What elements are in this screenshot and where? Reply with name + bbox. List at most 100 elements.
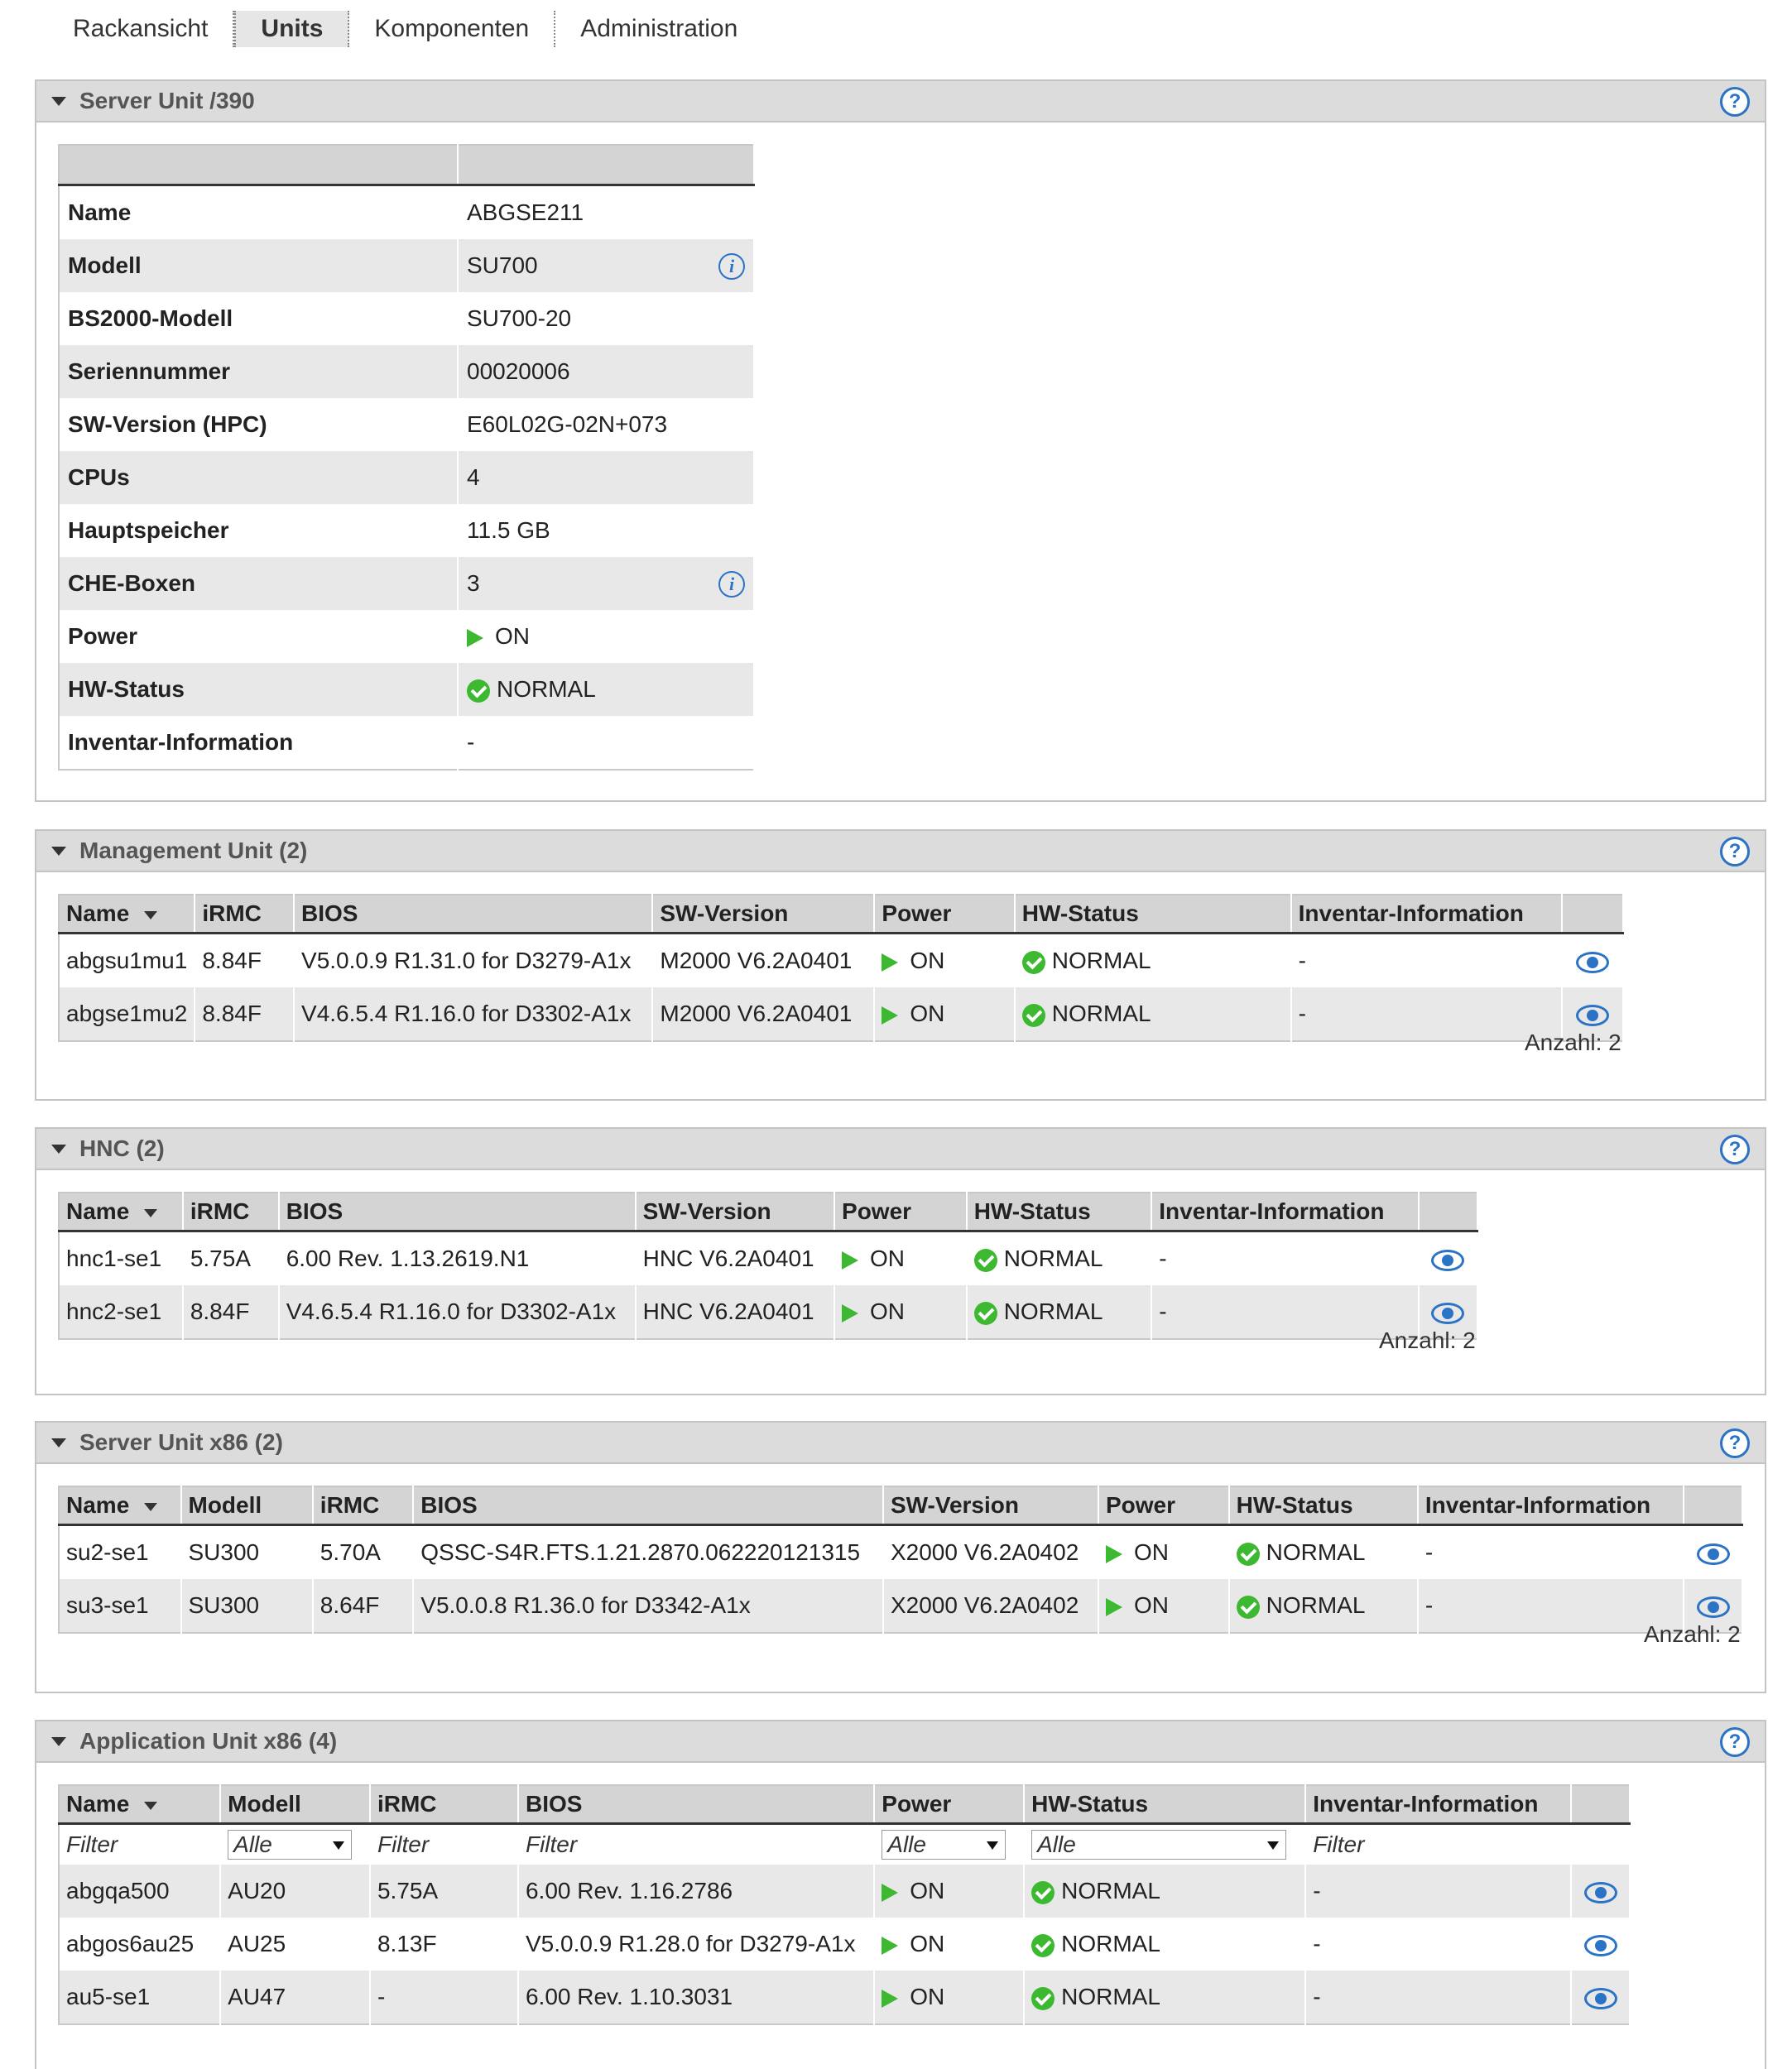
column-header[interactable]: HW-Status — [1228, 1486, 1419, 1526]
column-header[interactable]: Inventar-Information — [1151, 1193, 1420, 1232]
panel-header[interactable]: Server Unit /390 ? — [36, 81, 1765, 122]
column-header[interactable]: HW-Status — [1014, 895, 1292, 934]
filter-cell[interactable]: Alle — [1024, 1823, 1307, 1865]
column-header[interactable]: Modell — [180, 1486, 314, 1526]
table-row[interactable]: abgse1mu2 8.84F V4.6.5.4 R1.16.0 for D3302… — [59, 987, 1624, 1041]
dropdown-arrow-icon[interactable] — [987, 1841, 999, 1850]
table-row[interactable]: hnc1-se1 5.75A 6.00 Rev. 1.13.2619.N1 HNC V… — [59, 1231, 1479, 1285]
filter-cell[interactable]: Filter — [517, 1823, 876, 1865]
filter-cell[interactable]: Alle — [874, 1823, 1026, 1865]
column-header[interactable]: Power — [1098, 1486, 1230, 1526]
collapse-arrow-icon[interactable] — [51, 1438, 66, 1447]
panel-header[interactable]: Application Unit x86 (4) ? — [36, 1721, 1765, 1763]
view-details-icon[interactable] — [1583, 1934, 1617, 1956]
filter-input[interactable]: Filter — [1313, 1831, 1364, 1857]
filter-cell[interactable] — [1571, 1823, 1631, 1865]
view-details-icon[interactable] — [1583, 1881, 1617, 1903]
column-header[interactable]: SW-Version — [652, 895, 876, 934]
column-header[interactable]: Name — [59, 1486, 182, 1526]
table-cell-model: AU25 — [220, 1918, 371, 1971]
table-row[interactable]: abgqa500 AU20 5.75A 6.00 Rev. 1.16.2786 ON NO… — [59, 1865, 1631, 1918]
filter-select-value: Alle — [887, 1831, 926, 1857]
panel-header[interactable]: Server Unit x86 (2) ? — [36, 1423, 1765, 1464]
column-header[interactable]: SW-Version — [882, 1486, 1099, 1526]
column-header[interactable]: HW-Status — [966, 1193, 1153, 1232]
status-ok-icon — [1021, 950, 1045, 974]
filter-select[interactable]: Alle — [228, 1830, 353, 1860]
filter-input[interactable]: Filter — [526, 1831, 577, 1857]
help-icon[interactable]: ? — [1720, 87, 1750, 117]
view-details-icon[interactable] — [1583, 1987, 1617, 2009]
collapse-arrow-icon[interactable] — [51, 1144, 66, 1154]
dropdown-arrow-icon[interactable] — [333, 1841, 345, 1850]
column-header[interactable]: Inventar-Information — [1305, 1785, 1573, 1825]
column-header[interactable]: iRMC — [312, 1486, 415, 1526]
view-details-icon[interactable] — [1696, 1543, 1730, 1565]
column-header[interactable]: Inventar-Information — [1290, 895, 1564, 934]
table-row[interactable]: abgsu1mu1 8.84F V5.0.0.9 R1.31.0 for D3279… — [59, 933, 1624, 987]
column-header[interactable]: Inventar-Information — [1417, 1486, 1685, 1526]
table-row[interactable]: abgos6au25 AU25 8.13F V5.0.0.9 R1.28.0 for … — [59, 1918, 1631, 1971]
panel-header[interactable]: HNC (2) ? — [36, 1129, 1765, 1170]
column-header[interactable]: Power — [874, 895, 1016, 934]
table-cell-eye[interactable] — [1571, 1918, 1631, 1971]
help-icon[interactable]: ? — [1720, 837, 1750, 866]
tab-units[interactable]: Units — [234, 11, 350, 47]
column-header[interactable]: SW-Version — [635, 1193, 836, 1232]
table-row[interactable]: su2-se1 SU300 5.70A QSSC-S4R.FTS.1.21.2870.… — [59, 1524, 1743, 1579]
column-header[interactable]: Power — [874, 1785, 1026, 1825]
column-header[interactable]: BIOS — [278, 1193, 637, 1232]
column-header[interactable]: iRMC — [182, 1193, 280, 1232]
filter-cell[interactable]: Alle — [220, 1823, 371, 1865]
tab-rackansicht[interactable]: Rackansicht — [48, 11, 235, 47]
sort-desc-icon[interactable] — [144, 1801, 158, 1810]
column-header[interactable]: Power — [834, 1193, 968, 1232]
column-header[interactable]: Name — [59, 895, 196, 934]
view-details-icon[interactable] — [1696, 1596, 1730, 1618]
filter-cell[interactable]: Filter — [59, 1823, 222, 1865]
column-header[interactable]: BIOS — [517, 1785, 876, 1825]
table-cell-eye[interactable] — [1684, 1524, 1743, 1579]
table-row[interactable]: hnc2-se1 8.84F V4.6.5.4 R1.16.0 for D3302-… — [59, 1285, 1479, 1339]
sort-desc-icon[interactable] — [144, 1208, 158, 1217]
filter-cell[interactable]: Filter — [1305, 1823, 1573, 1865]
tab-administration[interactable]: Administration — [555, 11, 762, 47]
column-header[interactable]: BIOS — [294, 895, 654, 934]
view-details-icon[interactable] — [1576, 1004, 1610, 1026]
filter-input[interactable]: Filter — [66, 1831, 118, 1857]
filter-select[interactable]: Alle — [882, 1830, 1006, 1860]
table-row[interactable]: su3-se1 SU300 8.64F V5.0.0.8 R1.36.0 for D3… — [59, 1579, 1743, 1633]
info-icon[interactable]: i — [718, 571, 745, 598]
help-icon[interactable]: ? — [1720, 1727, 1750, 1757]
column-header[interactable]: HW-Status — [1024, 1785, 1307, 1825]
filter-input[interactable]: Filter — [377, 1831, 429, 1857]
column-header[interactable]: BIOS — [413, 1486, 884, 1526]
dropdown-arrow-icon[interactable] — [1267, 1841, 1280, 1850]
table-cell-model: SU300 — [180, 1524, 314, 1579]
table-cell-eye[interactable] — [1571, 1865, 1631, 1918]
column-header[interactable]: iRMC — [195, 895, 295, 934]
collapse-arrow-icon[interactable] — [51, 1736, 66, 1746]
view-details-icon[interactable] — [1431, 1302, 1465, 1324]
collapse-arrow-icon[interactable] — [51, 846, 66, 856]
view-details-icon[interactable] — [1576, 951, 1610, 973]
help-icon[interactable]: ? — [1720, 1135, 1750, 1164]
collapse-arrow-icon[interactable] — [51, 96, 66, 106]
info-icon[interactable]: i — [718, 253, 745, 280]
column-header[interactable]: Name — [59, 1193, 184, 1232]
column-header[interactable]: Name — [59, 1785, 222, 1825]
table-cell-eye[interactable] — [1562, 933, 1624, 987]
column-header[interactable]: Modell — [220, 1785, 371, 1825]
view-details-icon[interactable] — [1431, 1249, 1465, 1271]
panel-header[interactable]: Management Unit (2) ? — [36, 831, 1765, 872]
help-icon[interactable]: ? — [1720, 1428, 1750, 1458]
column-header[interactable]: iRMC — [369, 1785, 519, 1825]
sort-desc-icon[interactable] — [144, 1502, 158, 1511]
sort-desc-icon[interactable] — [144, 910, 158, 919]
table-row[interactable]: au5-se1 AU47 - 6.00 Rev. 1.10.3031 ON NORMAL - — [59, 1971, 1631, 2024]
filter-cell[interactable]: Filter — [369, 1823, 519, 1865]
tab-komponenten[interactable]: Komponenten — [349, 11, 556, 47]
table-cell-eye[interactable] — [1571, 1971, 1631, 2024]
filter-select[interactable]: Alle — [1031, 1830, 1287, 1860]
table-cell-eye[interactable] — [1418, 1231, 1479, 1285]
